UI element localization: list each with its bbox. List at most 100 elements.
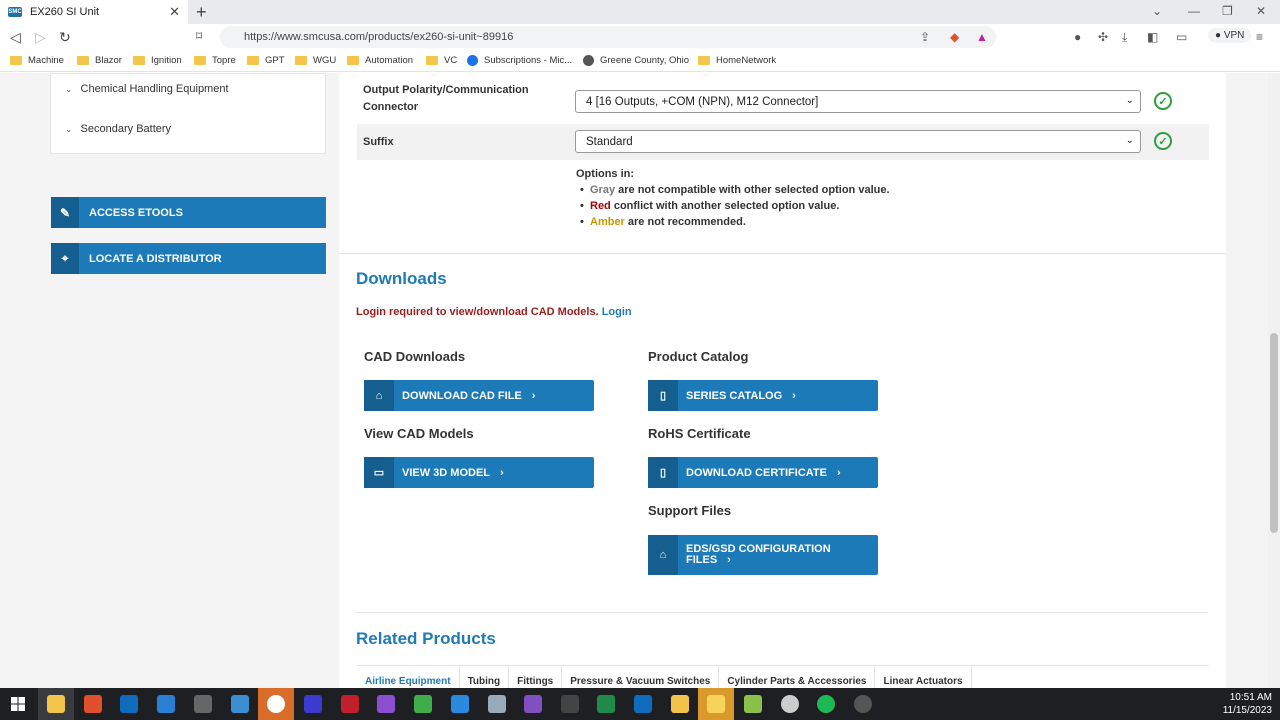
app-icon[interactable] — [194, 695, 212, 713]
bookmark-automation[interactable]: Automation — [347, 55, 413, 66]
excel-icon[interactable] — [597, 695, 615, 713]
share-icon[interactable]: ⇪ — [920, 30, 930, 44]
main-content: Output Polarity/Communication Connector … — [339, 73, 1226, 688]
output-polarity-select[interactable]: 4 [16 Outputs, +COM (NPN), M12 Connector… — [575, 90, 1141, 113]
folder-icon — [133, 56, 145, 65]
settings-icon[interactable] — [781, 695, 799, 713]
bookmark-icon[interactable]: ⌑ — [196, 29, 202, 43]
visual-studio-icon[interactable] — [377, 695, 395, 713]
chevron-right-icon: › — [792, 389, 796, 402]
bookmark-topre[interactable]: Topre — [194, 55, 236, 66]
bookmark-blazor[interactable]: Blazor — [77, 55, 122, 66]
folder-icon — [295, 56, 307, 65]
tab-fittings[interactable]: Fittings — [509, 666, 563, 688]
close-tab-icon[interactable]: ✕ — [169, 4, 180, 20]
download-tray-icon: ⌂ — [648, 535, 678, 575]
app-icon[interactable] — [414, 695, 432, 713]
chevron-right-icon: › — [500, 466, 504, 479]
download-cad-file-button[interactable]: ⌂ DOWNLOAD CAD FILE › — [364, 380, 594, 411]
app-icon[interactable] — [707, 695, 725, 713]
bookmark-wgu[interactable]: WGU — [295, 55, 336, 66]
new-tab-icon[interactable]: + — [196, 2, 207, 23]
taskbar: 10:51 AM 11/15/2023 — [0, 688, 1280, 720]
document-icon: ▯ — [648, 457, 678, 488]
brave-browser-icon[interactable] — [84, 695, 102, 713]
smc-favicon: SMC — [8, 7, 22, 17]
brave-rewards-icon[interactable]: ▲ — [976, 30, 988, 44]
brave-shield-icon[interactable]: ◆ — [950, 30, 959, 44]
spotify-icon[interactable] — [817, 695, 835, 713]
bookmark-greene-county[interactable]: Greene County, Ohio — [583, 55, 689, 66]
login-link[interactable]: Login — [602, 306, 632, 318]
bookmark-gpt[interactable]: GPT — [247, 55, 285, 66]
app-icon[interactable] — [671, 695, 689, 713]
maximize-icon[interactable]: ❐ — [1222, 4, 1233, 18]
downloads-icon[interactable]: ⤓ — [1122, 30, 1127, 45]
app-icon[interactable] — [231, 695, 249, 713]
extensions-icon[interactable]: ✣ — [1098, 30, 1108, 44]
app-icon[interactable] — [524, 695, 542, 713]
chevron-down-icon: ⌄ — [1125, 135, 1134, 146]
app-icon[interactable] — [744, 695, 762, 713]
bookmark-subscriptions[interactable]: Subscriptions - Mic... — [467, 55, 572, 66]
page-scrollbar[interactable] — [1268, 73, 1280, 688]
tab-pressure-vacuum-switches[interactable]: Pressure & Vacuum Switches — [562, 666, 720, 688]
folder-icon — [426, 56, 438, 65]
rohs-certificate-heading: RoHS Certificate — [648, 426, 751, 441]
microsoft-icon — [467, 55, 478, 66]
product-catalog-heading: Product Catalog — [648, 349, 749, 364]
download-certificate-button[interactable]: ▯ DOWNLOAD CERTIFICATE › — [648, 457, 878, 488]
folder-icon — [10, 56, 22, 65]
app-icon[interactable] — [561, 695, 579, 713]
access-etools-button[interactable]: ✎ ACCESS ETOOLS — [51, 197, 326, 228]
windows-start-icon[interactable] — [11, 697, 25, 711]
app-icon[interactable] — [488, 695, 506, 713]
option-row-suffix: Suffix Standard ⌄ ✓ — [357, 124, 1209, 160]
wallet-icon[interactable]: ▭ — [1176, 30, 1187, 44]
app-icon[interactable] — [854, 695, 872, 713]
sidebar-toggle-icon[interactable]: ◧ — [1147, 30, 1158, 44]
eds-gsd-files-button[interactable]: ⌂ EDS/GSD CONFIGURATION FILES › — [648, 535, 878, 575]
suffix-select[interactable]: Standard ⌄ — [575, 130, 1141, 153]
vc-app-icon[interactable] — [157, 695, 175, 713]
chevron-down-icon: ⌄ — [65, 83, 73, 94]
vscode-icon[interactable] — [451, 695, 469, 713]
divider — [356, 612, 1208, 613]
teamviewer-icon[interactable] — [267, 695, 285, 713]
accordion-item-chemical-handling[interactable]: ⌄ Chemical Handling Equipment — [65, 83, 229, 95]
login-required-note: Login required to view/download CAD Mode… — [356, 306, 632, 318]
view-3d-model-button[interactable]: ▭ VIEW 3D MODEL › — [364, 457, 594, 488]
bookmark-homenetwork[interactable]: HomeNetwork — [698, 55, 776, 66]
file-explorer-icon[interactable] — [47, 695, 65, 713]
tab-search-icon[interactable]: ⌄ — [1152, 4, 1162, 18]
accordion-item-secondary-battery[interactable]: ⌄ Secondary Battery — [65, 123, 171, 135]
app-icon[interactable] — [304, 695, 322, 713]
option-row-output-polarity: Output Polarity/Communication Connector … — [357, 78, 1209, 120]
bookmarks-bar: Machine Blazor Ignition Topre GPT WGU Au… — [0, 50, 1280, 72]
tab-airline-equipment[interactable]: Airline Equipment — [357, 666, 460, 688]
outlook-icon[interactable] — [120, 695, 138, 713]
browser-tab[interactable]: SMC EX260 SI Unit ✕ — [0, 0, 188, 24]
menu-icon[interactable]: ≡ — [1256, 30, 1263, 44]
outlook-new-icon[interactable] — [634, 695, 652, 713]
series-catalog-button[interactable]: ▯ SERIES CATALOG › — [648, 380, 878, 411]
profile-icon[interactable]: ● — [1074, 30, 1081, 44]
forward-icon[interactable]: ▷ — [35, 29, 46, 46]
minimize-icon[interactable]: — — [1188, 4, 1200, 18]
bookmark-vc[interactable]: VC — [426, 55, 457, 66]
bookmark-machine[interactable]: Machine — [10, 55, 64, 66]
reload-icon[interactable]: ↻ — [59, 29, 71, 46]
tab-linear-actuators[interactable]: Linear Actuators — [875, 666, 972, 688]
tab-cylinder-parts[interactable]: Cylinder Parts & Accessories — [719, 666, 876, 688]
bookmark-ignition[interactable]: Ignition — [133, 55, 182, 66]
app-icon[interactable] — [341, 695, 359, 713]
back-icon[interactable]: ◁ — [10, 29, 21, 46]
vpn-button[interactable]: ● VPN — [1208, 28, 1252, 43]
tab-tubing[interactable]: Tubing — [460, 666, 510, 688]
locate-distributor-button[interactable]: ⌖ LOCATE A DISTRIBUTOR — [51, 243, 326, 274]
system-clock[interactable]: 10:51 AM 11/15/2023 — [1223, 691, 1272, 717]
address-bar[interactable]: https://www.smcusa.com/products/ex260-si… — [220, 26, 996, 48]
close-window-icon[interactable]: ✕ — [1256, 4, 1266, 18]
scrollbar-thumb[interactable] — [1270, 333, 1278, 533]
browser-toolbar: ◁ ▷ ↻ ⌑ https://www.smcusa.com/products/… — [0, 24, 1280, 50]
